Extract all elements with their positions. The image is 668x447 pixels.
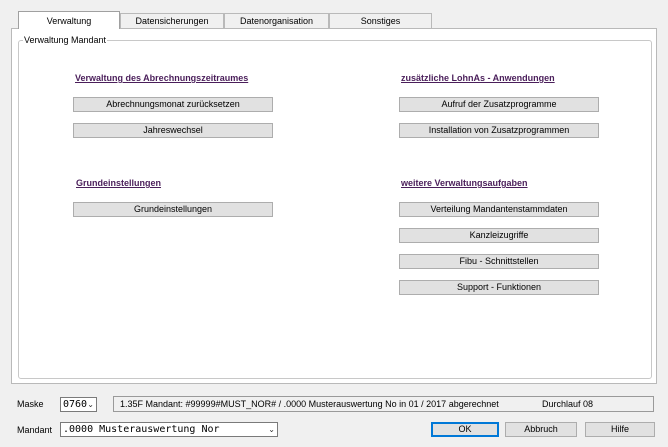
fibu-schnittstellen-button[interactable]: Fibu - Schnittstellen [399,254,599,269]
tab-datenorganisation[interactable]: Datenorganisation [224,13,329,28]
grundeinstellungen-button[interactable]: Grundeinstellungen [73,202,273,217]
maske-select[interactable]: 0760 ⌄ [60,397,97,412]
section-title-weitere-verwaltungsaufgaben: weitere Verwaltungsaufgaben [401,178,528,188]
cancel-button[interactable]: Abbruch [505,422,577,437]
mandant-label: Mandant [17,425,53,435]
mandant-select[interactable]: .0000 Musterauswertung Nor ⌄ [60,422,278,437]
aufruf-zusatzprogramme-button[interactable]: Aufruf der Zusatzprogramme [399,97,599,112]
abrechnungsmonat-zuruecksetzen-button[interactable]: Abrechnungsmonat zurücksetzen [73,97,273,112]
maske-label: Maske [17,399,44,409]
verteilung-mandantenstammdaten-button[interactable]: Verteilung Mandantenstammdaten [399,202,599,217]
status-bar: 1.35F Mandant: #99999#MUST_NOR# / .0000 … [113,396,654,412]
section-title-abrechnungszeitraum: Verwaltung des Abrechnungszeitraumes [75,73,249,83]
ok-button[interactable]: OK [431,422,499,437]
tab-panel: Verwaltung Mandant Verwaltung des Abrech… [11,28,657,384]
chevron-down-icon: ⌄ [87,400,94,409]
mandant-value: .0000 Musterauswertung Nor [63,424,220,435]
section-title-grundeinstellungen: Grundeinstellungen [76,178,162,188]
maske-value: 0760 [63,399,88,410]
chevron-down-icon: ⌄ [268,425,275,434]
tab-sonstiges[interactable]: Sonstiges [329,13,432,28]
kanzleizugriffe-button[interactable]: Kanzleizugriffe [399,228,599,243]
tab-datensicherungen[interactable]: Datensicherungen [120,13,224,28]
section-title-lohnas-anwendungen: zusätzliche LohnAs - Anwendungen [401,73,555,83]
group-title: Verwaltung Mandant [23,35,108,46]
tab-verwaltung[interactable]: Verwaltung [18,11,120,29]
support-funktionen-button[interactable]: Support - Funktionen [399,280,599,295]
help-button[interactable]: Hilfe [585,422,655,437]
status-text: 1.35F Mandant: #99999#MUST_NOR# / .0000 … [120,399,499,409]
jahreswechsel-button[interactable]: Jahreswechsel [73,123,273,138]
group-verwaltung-mandant: Verwaltung Mandant Verwaltung des Abrech… [18,35,652,379]
installation-zusatzprogramme-button[interactable]: Installation von Zusatzprogrammen [399,123,599,138]
status-run: Durchlauf 08 [542,399,594,409]
